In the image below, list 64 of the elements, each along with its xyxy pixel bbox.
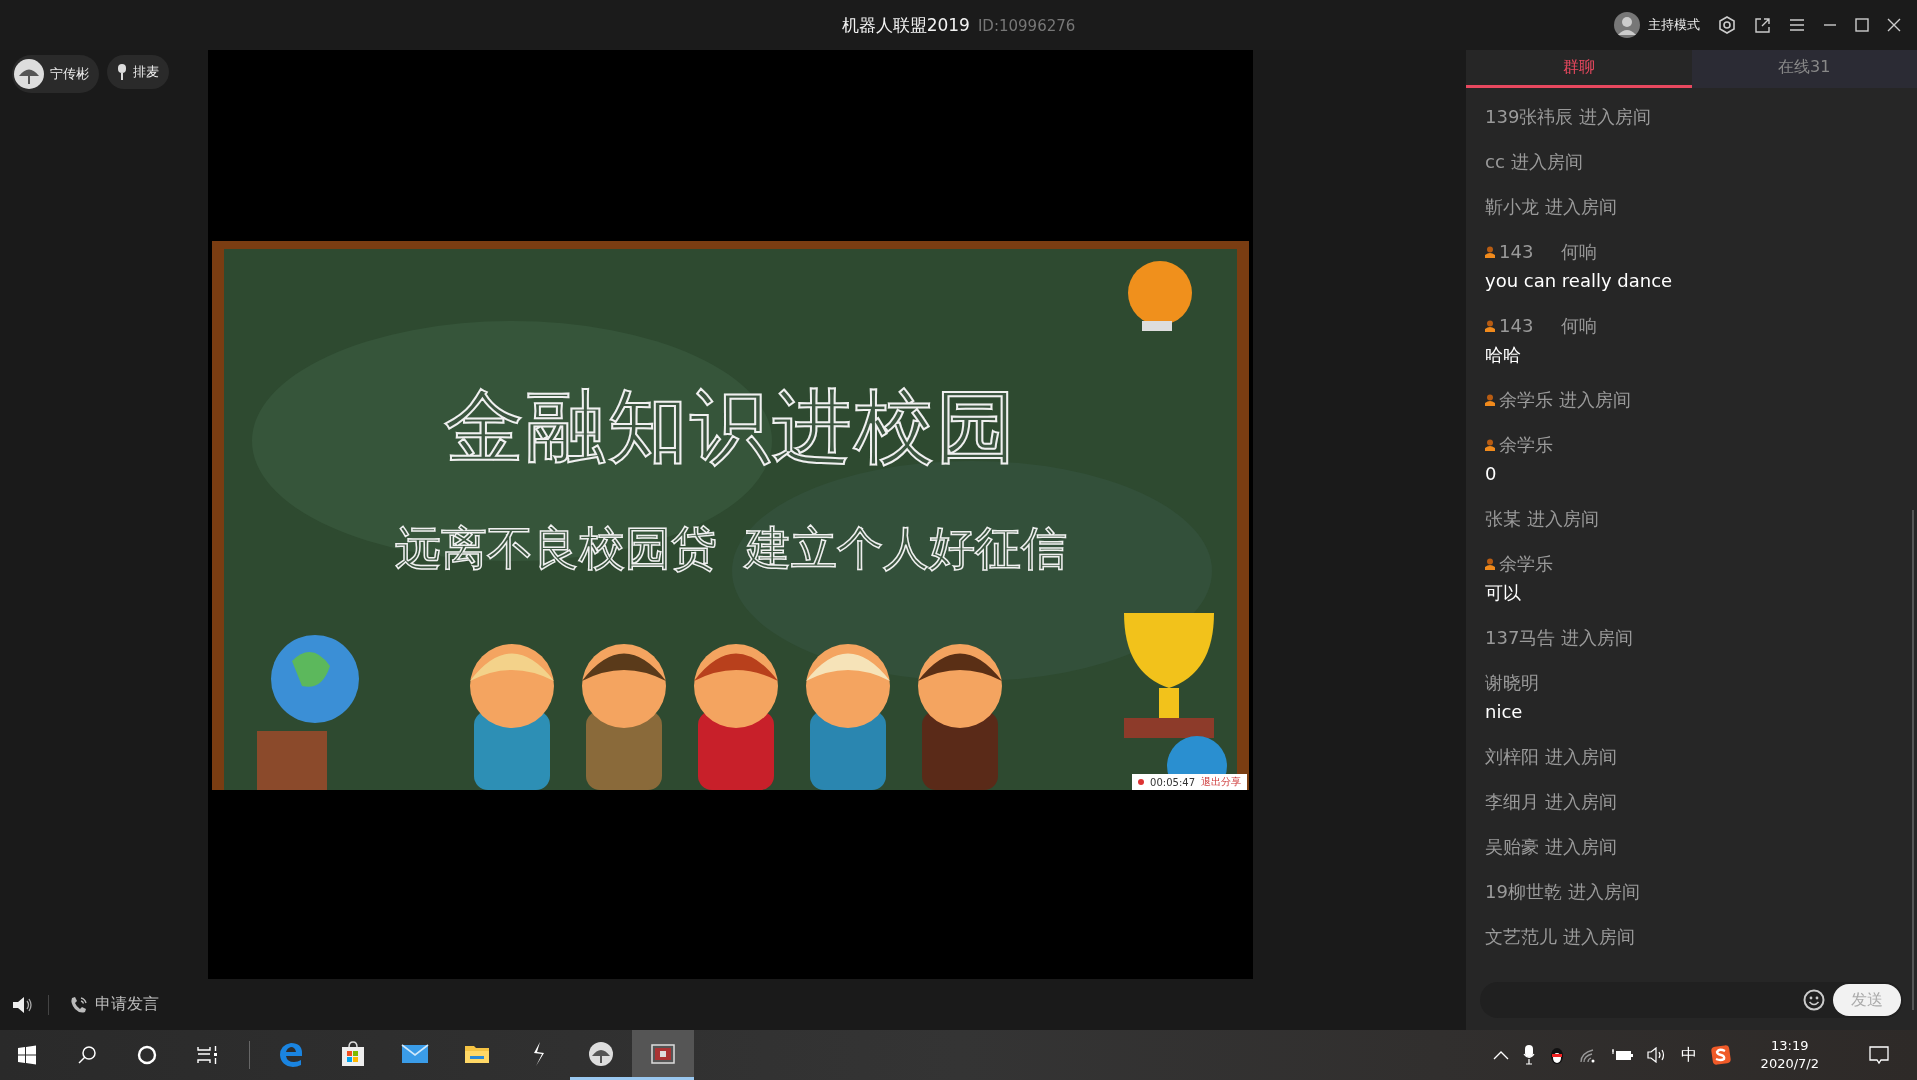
close-icon[interactable] bbox=[1887, 18, 1901, 32]
slide-title: 金融知识进校园 bbox=[443, 383, 1018, 471]
maximize-icon[interactable] bbox=[1855, 18, 1869, 32]
queue-button[interactable]: 排麦 bbox=[107, 55, 169, 89]
emoji-icon[interactable] bbox=[1803, 989, 1825, 1011]
window-title: 机器人联盟2019 bbox=[841, 13, 970, 37]
popout-icon[interactable] bbox=[1754, 16, 1771, 34]
join-notice: 文艺范儿 进入房间 bbox=[1485, 924, 1635, 949]
join-notice: 139张祎辰 进入房间 bbox=[1485, 104, 1652, 129]
menu-icon[interactable] bbox=[1789, 18, 1805, 32]
microphone-icon bbox=[117, 63, 127, 81]
request-speak-button[interactable]: 申请发言 bbox=[63, 993, 165, 1016]
sender-nickname: 何响 bbox=[1561, 239, 1598, 264]
slide-subtitle: 远离不良校园贷 bbox=[394, 523, 717, 574]
message-text: you can really dance bbox=[1485, 269, 1674, 293]
join-notice: 张某 进入房间 bbox=[1485, 506, 1599, 531]
join-notice: 吴贻豪 进入房间 bbox=[1485, 834, 1617, 859]
join-notice: 李细月 进入房间 bbox=[1485, 789, 1617, 814]
battery-icon[interactable] bbox=[1610, 1048, 1633, 1062]
clock-time[interactable]: 13:19 bbox=[1771, 1037, 1809, 1055]
microphone-icon[interactable] bbox=[1522, 1045, 1535, 1065]
host-mode-label[interactable]: 主持模式 bbox=[1648, 16, 1700, 34]
sender-name: 余学乐 bbox=[1499, 432, 1553, 457]
share-timer: 00:05:47 bbox=[1150, 776, 1195, 788]
chevron-up-icon[interactable] bbox=[1492, 1050, 1509, 1060]
input-method-indicator[interactable]: 中 bbox=[1680, 1044, 1697, 1066]
phone-icon bbox=[69, 994, 89, 1015]
settings-icon[interactable] bbox=[1718, 16, 1736, 34]
speaker-icon[interactable] bbox=[12, 994, 34, 1015]
wifi-icon[interactable] bbox=[1578, 1047, 1597, 1063]
message-text: 可以 bbox=[1485, 581, 1522, 605]
avatar-icon bbox=[14, 59, 44, 89]
scrollbar[interactable] bbox=[1912, 510, 1914, 1010]
slide-subtitle: 建立个人好征信 bbox=[744, 523, 1067, 574]
join-notice: 余学乐 进入房间 bbox=[1499, 387, 1631, 412]
presenter-chip[interactable]: 宁传彬 bbox=[12, 55, 99, 93]
message-text: 0 bbox=[1485, 462, 1498, 486]
penguin-icon[interactable] bbox=[1548, 1045, 1565, 1065]
message-text: 哈哈 bbox=[1485, 343, 1522, 367]
presenter-name: 宁传彬 bbox=[50, 65, 89, 83]
volume-icon[interactable] bbox=[1646, 1047, 1667, 1063]
window-app-icon[interactable] bbox=[632, 1030, 694, 1080]
join-notice: 靳小龙 进入房间 bbox=[1485, 194, 1617, 219]
search-icon[interactable] bbox=[77, 1045, 97, 1065]
start-icon[interactable] bbox=[17, 1045, 37, 1065]
join-notice: cc 进入房间 bbox=[1485, 149, 1583, 174]
task-view-icon[interactable] bbox=[197, 1045, 219, 1065]
sender-name: 谢晓明 bbox=[1485, 670, 1539, 695]
message-text: nice bbox=[1485, 700, 1524, 724]
sender-nickname: 何响 bbox=[1561, 313, 1598, 338]
sogou-icon[interactable] bbox=[1710, 1045, 1731, 1065]
room-id: ID:10996276 bbox=[977, 16, 1076, 35]
sender-name: 143 bbox=[1499, 315, 1534, 336]
stop-share-button[interactable]: 退出分享 bbox=[1201, 775, 1241, 789]
sender-name: 143 bbox=[1499, 241, 1534, 262]
avatar-icon[interactable] bbox=[1614, 12, 1640, 38]
join-notice: 刘梓阳 进入房间 bbox=[1485, 744, 1617, 769]
sender-name: 余学乐 bbox=[1499, 551, 1553, 576]
cortana-icon[interactable] bbox=[137, 1045, 157, 1065]
notification-icon[interactable] bbox=[1869, 1045, 1889, 1065]
join-notice: 19柳世乾 进入房间 bbox=[1485, 879, 1640, 904]
chat-tab[interactable]: 在线31 bbox=[1691, 50, 1917, 88]
clock-date[interactable]: 2020/7/2 bbox=[1760, 1055, 1819, 1073]
join-notice: 137马告 进入房间 bbox=[1485, 625, 1634, 650]
